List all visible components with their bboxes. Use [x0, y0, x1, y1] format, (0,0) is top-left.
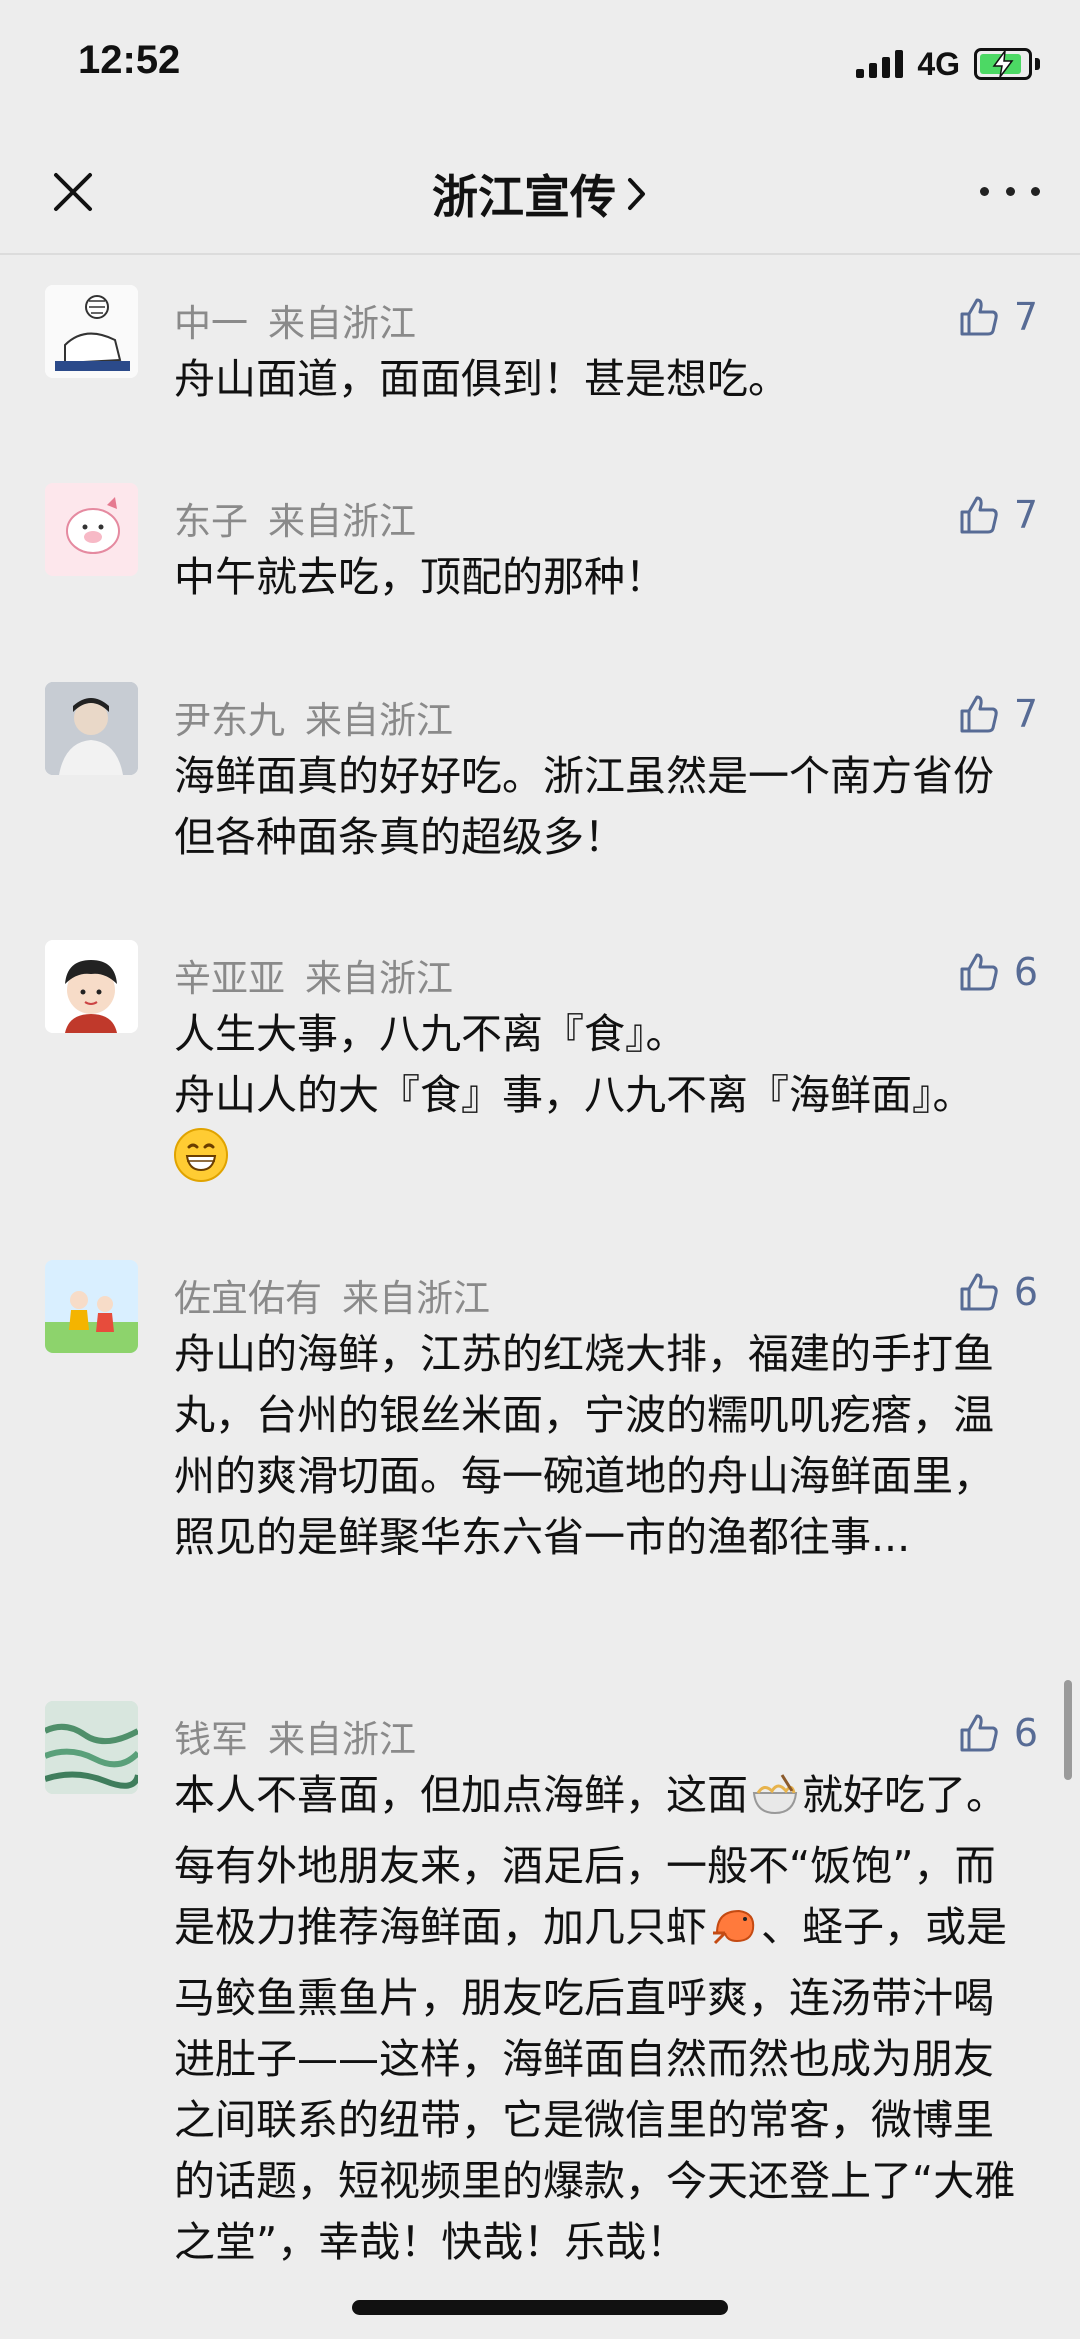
- avatar[interactable]: [45, 1260, 138, 1353]
- like-count: 7: [1013, 692, 1038, 736]
- comment-meta: 中一 来自浙江: [174, 293, 416, 347]
- network-type: 4G: [917, 45, 960, 82]
- comment-text: 舟山面道，面面俱到！甚是想吃。: [174, 355, 789, 403]
- thumbs-up-icon: [960, 1273, 998, 1311]
- status-icons: 4G: [856, 46, 1040, 82]
- like-count: 7: [1013, 493, 1038, 537]
- like-count: 6: [1013, 1270, 1038, 1314]
- comment-meta: 辛亚亚 来自浙江: [174, 948, 453, 1002]
- comment-location: 来自浙江: [268, 500, 416, 543]
- comment-text: 本人不喜面，但加点海鲜，这面 就好吃了。每有外地朋友来，酒足后，一般不“饭饱”，而…: [174, 1771, 1016, 2266]
- like-button[interactable]: 7: [958, 692, 1038, 736]
- comment-location: 来自浙江: [342, 1277, 490, 1320]
- page-title: 浙江宣传: [432, 170, 616, 224]
- nav-bar: 浙江宣传: [0, 125, 1080, 255]
- commenter-name[interactable]: 东子: [174, 500, 248, 543]
- comment-location: 来自浙江: [268, 1718, 416, 1761]
- comment-list: 中一 来自浙江 7 舟山面道，面面俱到！甚是想吃。 东子 来自浙江 7 中午就去吃，…: [0, 255, 1080, 2339]
- avatar[interactable]: [45, 682, 138, 775]
- like-button[interactable]: 6: [958, 1711, 1038, 1755]
- comment-text: 中午就去吃，顶配的那种！: [174, 553, 666, 601]
- comment-text-line: 人生大事，八九不离『食』。: [174, 1010, 687, 1058]
- like-button[interactable]: 7: [958, 493, 1038, 537]
- comment-text: 人生大事，八九不离『食』。舟山人的大『食』事，八九不离『海鲜面』。: [174, 1004, 1034, 1187]
- shrimp-emoji: [707, 1903, 761, 1968]
- comment-location: 来自浙江: [268, 302, 416, 345]
- noodle-bowl-emoji: [748, 1771, 802, 1836]
- comment-location: 来自浙江: [305, 699, 453, 742]
- thumbs-up-icon: [960, 1714, 998, 1752]
- like-button[interactable]: 6: [958, 950, 1038, 994]
- page-title-bar: 浙江宣传: [0, 161, 1080, 227]
- grinning-face-emoji: [174, 1128, 228, 1182]
- thumbs-up-icon: [960, 298, 998, 336]
- thumbs-up-icon: [960, 496, 998, 534]
- thumbs-up-icon: [960, 953, 998, 991]
- commenter-name[interactable]: 尹东九: [174, 699, 285, 742]
- avatar[interactable]: [45, 1701, 138, 1794]
- like-count: 6: [1013, 1711, 1038, 1755]
- thumbs-up-icon: [960, 695, 998, 733]
- status-time: 12:52: [78, 38, 181, 82]
- like-count: 6: [1013, 950, 1038, 994]
- status-bar: 12:52 4G: [0, 0, 1080, 125]
- comment-meta: 佐宜佑有 来自浙江: [174, 1268, 490, 1322]
- avatar[interactable]: [45, 285, 138, 378]
- commenter-name[interactable]: 辛亚亚: [174, 957, 285, 1000]
- comment-meta: 东子 来自浙江: [174, 491, 416, 545]
- cellular-signal-icon: [856, 50, 904, 78]
- more-dots-icon: [980, 186, 989, 196]
- comment-location: 来自浙江: [305, 957, 453, 1000]
- comment-meta: 尹东九 来自浙江: [174, 690, 453, 744]
- commenter-name[interactable]: 佐宜佑有: [174, 1277, 322, 1320]
- more-button[interactable]: [980, 179, 1040, 203]
- chevron-right-icon: [628, 178, 645, 210]
- battery-charging-icon: [974, 48, 1040, 80]
- home-indicator[interactable]: [352, 2300, 728, 2315]
- like-count: 7: [1013, 295, 1038, 339]
- comment-text: 舟山的海鲜，江苏的红烧大排，福建的手打鱼丸，台州的银丝米面，宁波的糯叽叽疙瘩，温…: [174, 1330, 994, 1561]
- comment-text: 海鲜面真的好好吃。浙江虽然是一个南方省份但各种面条真的超级多！: [174, 752, 994, 861]
- avatar[interactable]: [45, 483, 138, 576]
- comment-meta: 钱军 来自浙江: [174, 1709, 416, 1763]
- account-title-link[interactable]: 浙江宣传: [432, 161, 648, 227]
- like-button[interactable]: 7: [958, 295, 1038, 339]
- commenter-name[interactable]: 中一: [174, 302, 248, 345]
- like-button[interactable]: 6: [958, 1270, 1038, 1314]
- scrollbar[interactable]: [1064, 1680, 1072, 1780]
- avatar[interactable]: [45, 940, 138, 1033]
- comment-text-line: 舟山人的大『食』事，八九不离『海鲜面』。: [174, 1065, 1034, 1187]
- commenter-name[interactable]: 钱军: [174, 1718, 248, 1761]
